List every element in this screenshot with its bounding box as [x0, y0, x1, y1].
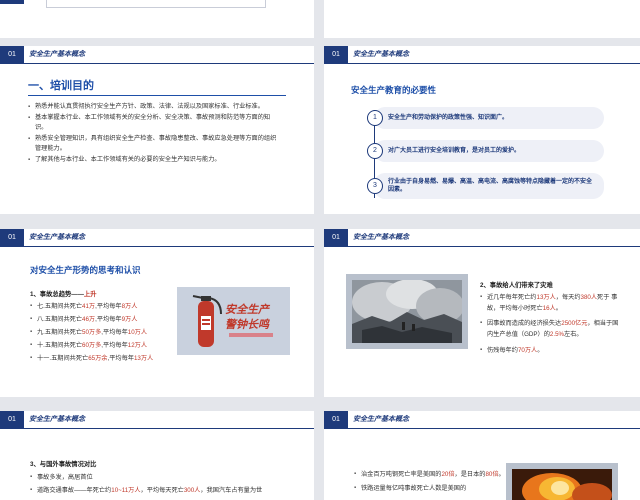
trend-value: 上升	[83, 291, 97, 298]
top-left-box	[46, 0, 266, 8]
slide-industry-comparison: 01 安全生产基本概念 治金百万吨钢死亡率是美国的20倍，是日本的80倍。 铁路…	[324, 411, 640, 500]
list-item: 八.五期间共死亡46万,平均每年9万人	[30, 313, 180, 326]
list-item: 铁路运量每亿吨事故死亡人数是美国的	[354, 483, 506, 494]
banner-line-2: 警钟长鸣	[225, 319, 269, 331]
list-item: 治金百万吨钢死亡率是美国的20倍，是日本的80倍。	[354, 469, 506, 480]
trend-subtitle: 1、事故总趋势——上升	[30, 291, 97, 298]
fire-extinguisher-icon	[192, 295, 222, 347]
list-item: 熟悉安全管理知识，具有组织安全生产检查、事故隐患整改、事故应急处理等方面的组织管…	[28, 134, 278, 155]
header-line	[24, 428, 314, 429]
list-item: 了解其他与本行业、本工作领域有关的必要的安全生产知识与能力。	[28, 155, 278, 166]
slide-header-title: 安全生产基本概念	[353, 234, 409, 241]
safety-banner-image: 安全生产 警钟长鸣	[177, 287, 290, 355]
necessity-item-1: 安全生产和劳动保护的政策性强、知识面广。	[374, 107, 604, 129]
slide-foreign-comparison: 01 安全生产基本概念 3、与国外事故情况对比 事故多发，高居首位 道路交通事故…	[0, 411, 314, 500]
necessity-item-2: 对广大员工进行安全培训教育，是对员工的爱护。	[374, 140, 604, 162]
slide-safety-situation: 01 安全生产基本概念 对安全生产形势的思考和认识 1、事故总趋势——上升 七.…	[0, 229, 314, 397]
list-item: 十.五期间共死亡60万多,平均每年12万人	[30, 339, 180, 352]
list-item: 近几年每年死亡约13万人，每天约380人死于 事故，平均每小时死亡16人。	[480, 292, 620, 314]
title-underline	[28, 95, 286, 96]
slide-number: 01	[0, 229, 24, 247]
page-title: 安全生产教育的必要性	[351, 85, 437, 95]
list-item: 道路交通事故——年死亡约10~11万人，平均每天死亡300人，我国汽车占有量为世	[30, 484, 295, 497]
disaster-photo-frame	[346, 274, 468, 349]
slide-number: 01	[324, 411, 348, 429]
slide-header: 01 安全生产基本概念	[0, 411, 314, 429]
step-number-3: 3	[367, 178, 383, 194]
list-item: 七.五期间共死亡41万,平均每年8万人	[30, 300, 180, 313]
disaster-subtitle: 2、事故给人们带来了灾难	[480, 282, 553, 289]
slide-number: 01	[0, 411, 24, 429]
disaster-stats-list: 近几年每年死亡约13万人，每天约380人死于 事故，平均每小时死亡16人。 因事…	[480, 292, 620, 356]
header-line	[24, 246, 314, 247]
slide-training-purpose: 01 安全生产基本概念 一、培训目的 熟悉并能认真贯彻执行安全生产方针、政策、法…	[0, 46, 314, 214]
list-item: 因事故而造成的经济损失达2500亿元，相当于国内生产总值（GDP）的2.5%左右…	[480, 318, 620, 340]
page-title: 一、培训目的	[28, 80, 94, 92]
comparison-list: 事故多发，高居首位 道路交通事故——年死亡约10~11万人，平均每天死亡300人…	[30, 471, 295, 497]
comparison-subtitle: 3、与国外事故情况对比	[30, 461, 97, 468]
header-line	[348, 63, 640, 64]
slide-header: 01 安全生产基本概念	[324, 411, 640, 429]
industry-list: 治金百万吨钢死亡率是美国的20倍，是日本的80倍。 铁路运量每亿吨事故死亡人数是…	[354, 469, 506, 494]
slide-number: 01	[324, 46, 348, 64]
slide-number: 01	[324, 229, 348, 247]
fire-photo	[512, 469, 612, 500]
slide-header-title: 安全生产基本概念	[353, 416, 409, 423]
list-item: 熟悉并能认真贯彻执行安全生产方针、政策、法律、法规以及国家标准、行业标准。	[28, 102, 278, 113]
top-left-accent	[0, 0, 24, 4]
list-item: 基本掌握本行业、本工作领域有关的安全分析、安全决策、事故预测和防范等方面的知识。	[28, 113, 278, 134]
slide-top-right	[324, 0, 640, 38]
list-item: 十一.五期间共死亡65万余,平均每年13万人	[30, 352, 180, 365]
list-item: 事故多发，高居首位	[30, 471, 295, 484]
slide-number: 01	[0, 46, 24, 64]
fire-photo-frame	[506, 463, 618, 500]
purpose-list: 熟悉并能认真贯彻执行安全生产方针、政策、法律、法规以及国家标准、行业标准。 基本…	[28, 102, 278, 165]
step-number-1: 1	[367, 110, 383, 126]
slide-header-title: 安全生产基本概念	[353, 51, 409, 58]
slide-header: 01 安全生产基本概念	[0, 46, 314, 64]
disaster-photo	[352, 280, 462, 343]
slide-header-title: 安全生产基本概念	[29, 234, 85, 241]
list-item: 九.五期间共死亡50万多,平均每年10万人	[30, 326, 180, 339]
step-number-2: 2	[367, 143, 383, 159]
death-stats-list: 七.五期间共死亡41万,平均每年8万人 八.五期间共死亡46万,平均每年9万人 …	[30, 300, 180, 365]
slide-header: 01 安全生产基本概念	[324, 229, 640, 247]
header-line	[24, 63, 314, 64]
necessity-item-3: 行业由于自身易燃、易爆、高温、高电流、高腐蚀等特点隐藏着一定的不安全因素。	[374, 173, 604, 199]
slide-header: 01 安全生产基本概念	[0, 229, 314, 247]
slide-top-left	[0, 0, 314, 38]
list-item: 伤残每年约70万人。	[480, 345, 620, 356]
slide-disaster: 01 安全生产基本概念 2、事故给人们带来了灾难 近几年每年死亡约13万人，每天…	[324, 229, 640, 397]
banner-decoration	[229, 333, 273, 337]
slide-header-title: 安全生产基本概念	[29, 51, 85, 58]
header-line	[348, 428, 640, 429]
banner-line-1: 安全生产	[225, 304, 269, 316]
page-title: 对安全生产形势的思考和认识	[30, 265, 141, 275]
slide-header-title: 安全生产基本概念	[29, 416, 85, 423]
slide-header: 01 安全生产基本概念	[324, 46, 640, 64]
slide-necessity: 01 安全生产基本概念 安全生产教育的必要性 安全生产和劳动保护的政策性强、知识…	[324, 46, 640, 214]
header-line	[348, 246, 640, 247]
